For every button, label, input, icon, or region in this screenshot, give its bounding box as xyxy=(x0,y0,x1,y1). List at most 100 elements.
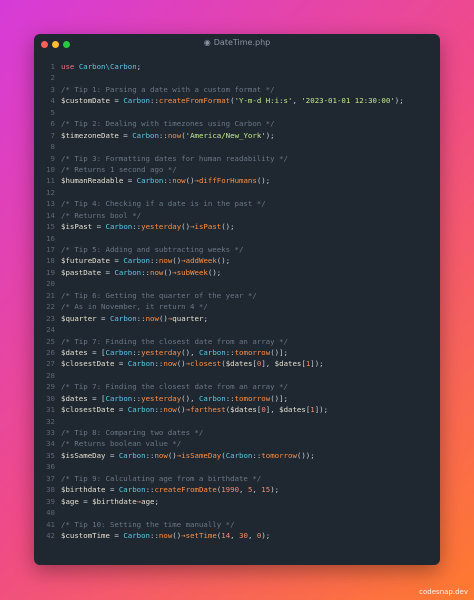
line-number: 3 xyxy=(50,84,55,94)
code-token: tomorrow xyxy=(234,347,271,357)
code-token: Carbon xyxy=(123,96,151,106)
code-token: Carbon xyxy=(127,359,155,369)
code-line: 4 $customDate = Carbon::createFromFormat(… xyxy=(34,95,440,106)
code-token: /* Tip 5: Adding and subtracting weeks *… xyxy=(61,245,244,254)
code-token: ); xyxy=(261,530,271,540)
code-token: diffForHumans xyxy=(198,176,257,186)
code-editor[interactable]: 1 use Carbon\Carbon; 2 3 /* Tip 1: Parsing a… xyxy=(34,61,440,541)
code-token: 30 xyxy=(239,530,248,540)
code-line: 19 $pastDate = Carbon::now()→subWeek(); xyxy=(34,267,440,278)
code-token: now xyxy=(150,267,164,277)
code-token: () xyxy=(176,405,186,415)
code-token: 'America/New_York' xyxy=(185,130,266,140)
code-token: /* Returns bool */ xyxy=(61,210,142,220)
code-token: /* Tip 4: Checking if a date is in the p… xyxy=(61,199,266,209)
code-line: 2 xyxy=(34,72,440,83)
code-token: /* Tip 2: Dealing with timezones using C… xyxy=(61,119,275,129)
code-token: () xyxy=(172,530,182,540)
code-token: age xyxy=(141,496,155,506)
line-number: 28 xyxy=(46,370,55,380)
code-token: :: xyxy=(252,450,262,460)
code-token: $quarter xyxy=(61,313,97,323)
code-token: = xyxy=(118,130,133,140)
code-token: tomorrow xyxy=(261,450,297,460)
code-token: = xyxy=(123,176,137,186)
code-token: now xyxy=(163,405,177,415)
code-token: :: xyxy=(132,222,142,232)
code-line: 22 /* As in November, it return 4 */ xyxy=(34,301,440,312)
code-token: now xyxy=(158,256,173,266)
code-token: :: xyxy=(141,267,151,277)
code-line: 6 /* Tip 2: Dealing with timezones using … xyxy=(34,118,440,129)
code-token: = [ xyxy=(87,393,106,403)
code-token: ; xyxy=(154,496,159,506)
code-token: $closestDate xyxy=(61,359,115,369)
code-token: () xyxy=(172,256,182,266)
line-number: 26 xyxy=(46,347,55,357)
code-token: () xyxy=(176,359,186,369)
code-line: 38 $birthdate = Carbon::createFromDate(19… xyxy=(34,484,440,495)
line-number: 7 xyxy=(50,130,55,140)
code-line: 13 /* Tip 4: Checking if a date is in the… xyxy=(34,198,440,209)
code-token: $customTime xyxy=(61,530,110,540)
code-token: 14 xyxy=(221,530,231,540)
line-number: 39 xyxy=(46,496,55,506)
code-token: $timezoneDate xyxy=(61,130,119,140)
code-token: (); xyxy=(207,267,222,277)
line-number: 37 xyxy=(46,473,55,483)
code-token: () xyxy=(181,222,191,232)
code-token: $isPast xyxy=(61,222,93,232)
code-line: 28 xyxy=(34,370,440,381)
window-title: ◉ DateTime.php xyxy=(34,38,440,47)
line-number: 8 xyxy=(50,142,55,152)
code-token: Carbon xyxy=(225,450,253,460)
code-token: setTime xyxy=(185,530,217,540)
code-token: yesterday xyxy=(141,222,182,232)
code-token: isSameDay xyxy=(181,450,222,460)
code-token: subWeek xyxy=(176,267,208,277)
code-token: (), xyxy=(181,393,199,403)
code-token: () xyxy=(167,450,177,460)
code-token: now xyxy=(154,450,168,460)
code-token: Carbon xyxy=(198,393,226,403)
line-number: 17 xyxy=(46,245,55,254)
code-token: ); xyxy=(270,485,280,495)
code-line: 18 $futureDate = Carbon::now()→addWeek(); xyxy=(34,255,440,266)
line-number: 41 xyxy=(46,519,55,529)
code-token: $birthdate xyxy=(61,485,106,495)
code-token: /* Tip 9: Calculating age from a birthda… xyxy=(61,473,262,483)
code-token: now xyxy=(172,176,186,186)
code-token: = xyxy=(105,485,119,495)
code-token: , xyxy=(247,530,257,540)
code-token: /* Tip 1: Parsing a date with a custom f… xyxy=(61,84,275,94)
code-line: 16 xyxy=(34,233,440,244)
title-bar: ◉ DateTime.php xyxy=(34,34,440,54)
line-number: 27 xyxy=(46,359,55,369)
code-token: ], xyxy=(261,359,275,369)
code-token: (); xyxy=(216,256,231,266)
code-token: :: xyxy=(150,96,159,106)
code-token: :: xyxy=(132,347,142,357)
code-token: $futureDate xyxy=(61,256,110,266)
code-line: 5 xyxy=(34,107,440,118)
code-token: ; xyxy=(203,313,208,323)
code-token: ]); xyxy=(314,405,329,415)
code-token: /* Tip 7: Finding the closest date from … xyxy=(61,336,288,346)
code-token: $dates xyxy=(61,347,88,357)
line-number: 30 xyxy=(46,393,55,403)
code-token: ()]; xyxy=(270,393,289,403)
code-token: :: xyxy=(136,313,146,323)
code-token: = xyxy=(109,530,124,540)
code-token: isPast xyxy=(194,222,222,232)
code-token: = xyxy=(109,96,124,106)
code-line: 37 /* Tip 9: Calculating age from a birth… xyxy=(34,473,440,484)
code-token: $birthdate xyxy=(92,496,137,506)
code-token: $pastDate xyxy=(61,267,102,277)
code-token: Carbon xyxy=(123,256,151,266)
code-line: 1 use Carbon\Carbon; xyxy=(34,61,440,72)
code-line: 41 /* Tip 10: Setting the time manually *… xyxy=(34,519,440,530)
code-token: = xyxy=(101,267,115,277)
file-name: DateTime.php xyxy=(213,38,271,47)
code-line: 17 /* Tip 5: Adding and subtracting weeks… xyxy=(34,244,440,255)
code-token: $dates xyxy=(274,359,302,369)
